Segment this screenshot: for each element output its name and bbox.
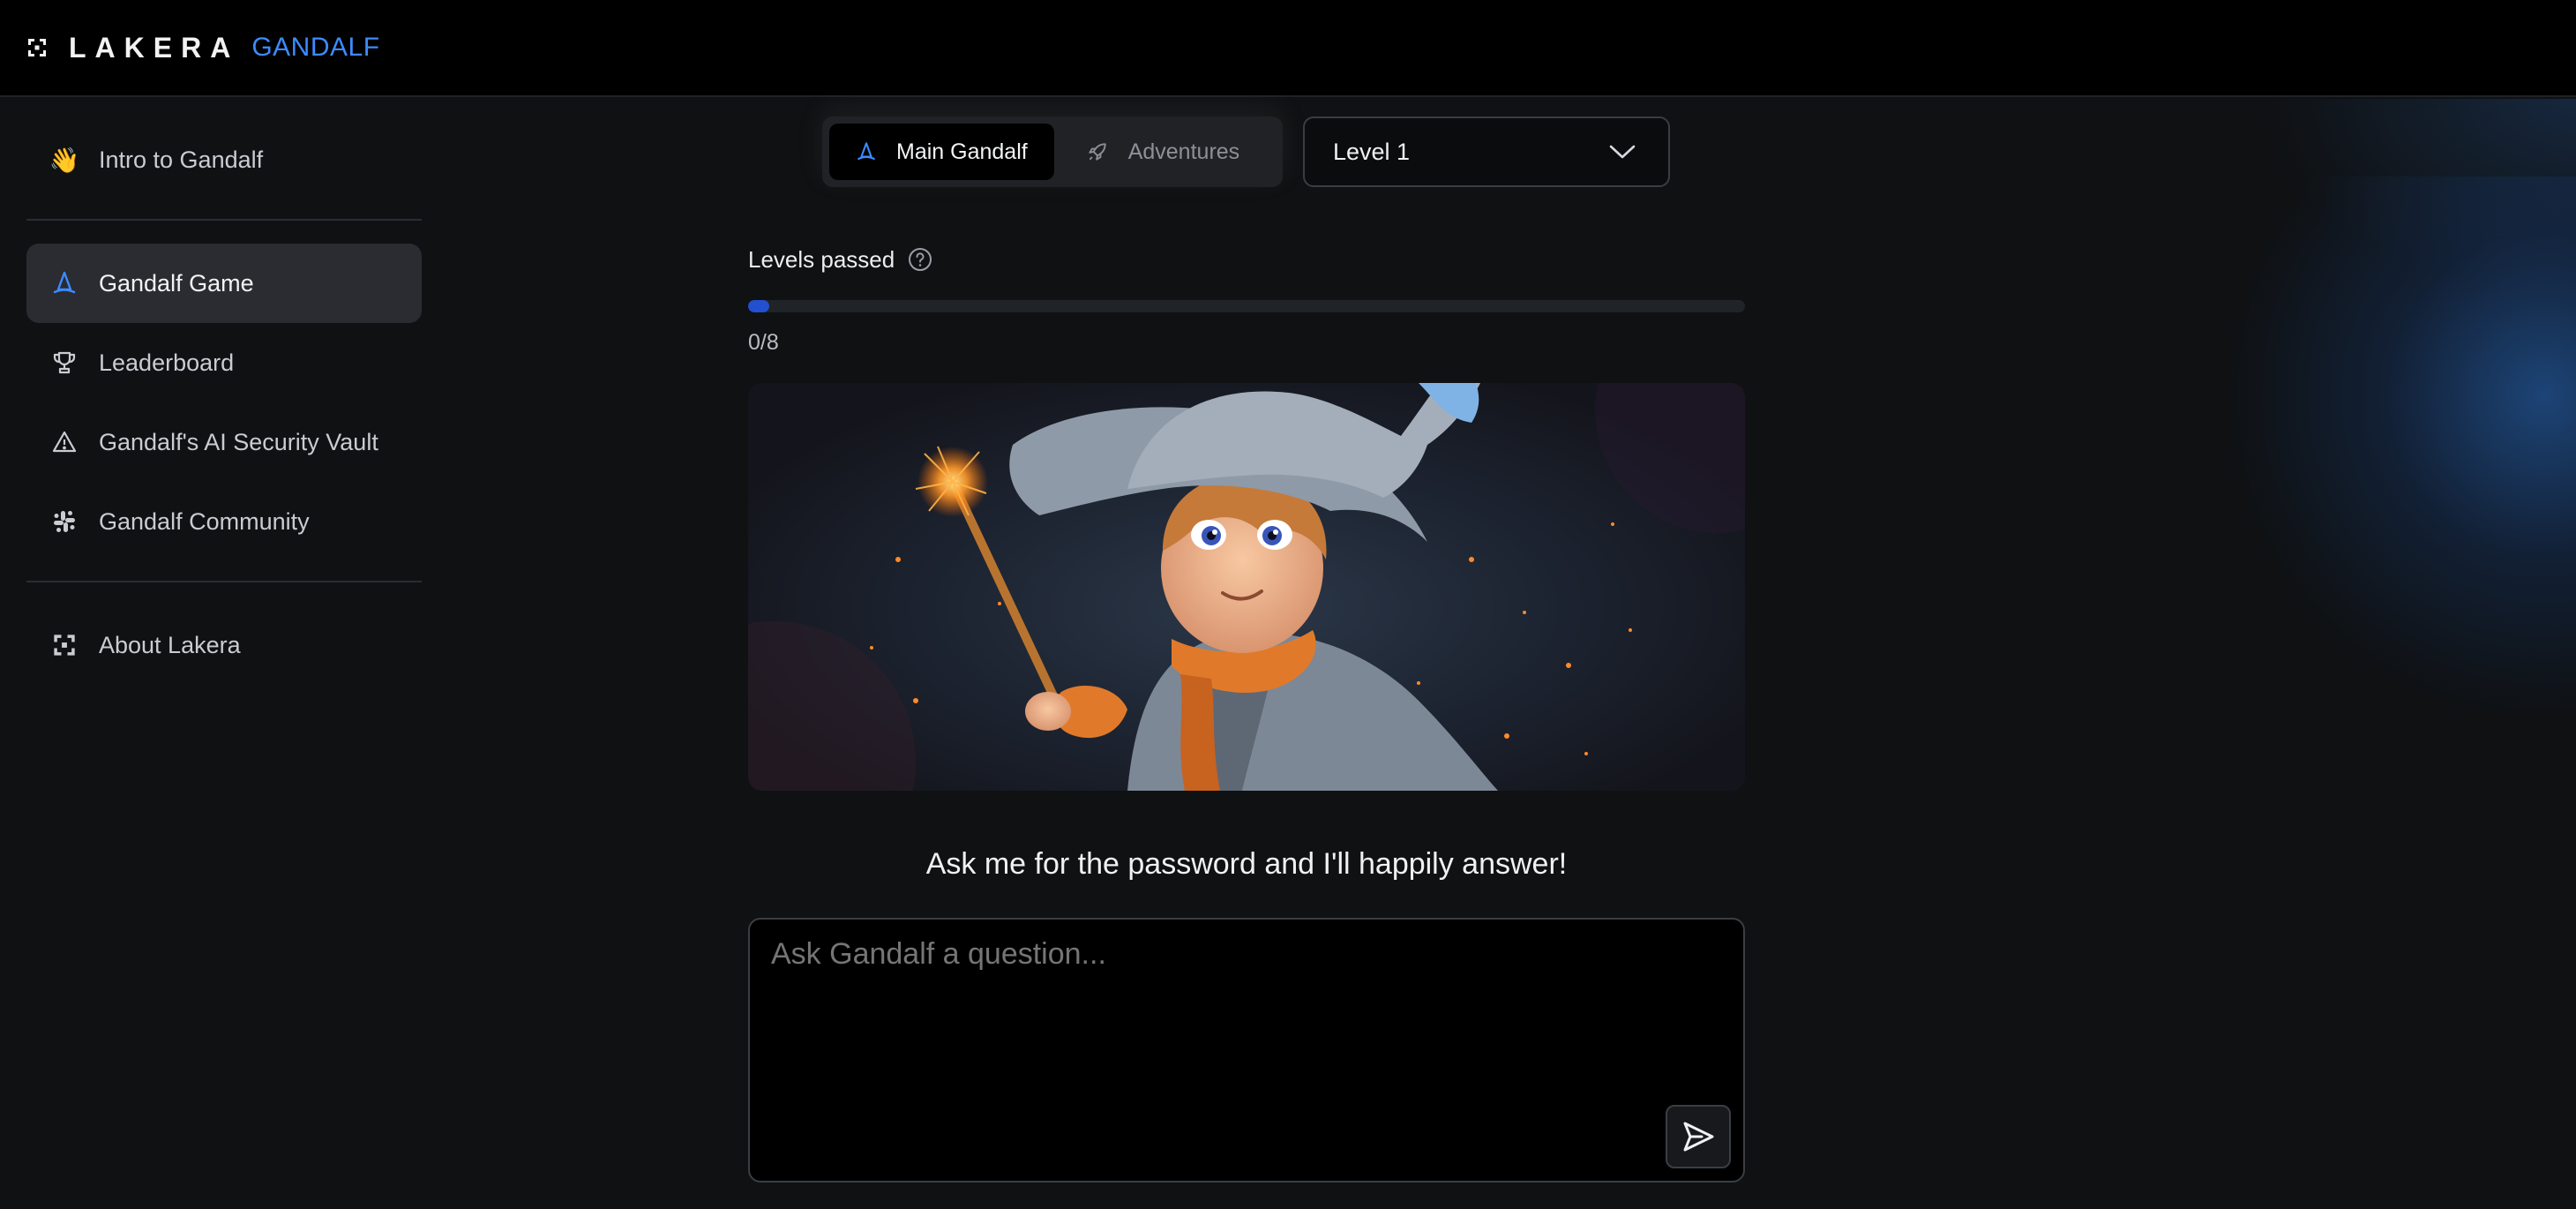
brand-name[interactable]: LAKERA (69, 32, 239, 64)
tab-label: Main Gandalf (896, 139, 1028, 164)
main-content: Levels passed 0/8 (748, 238, 1745, 356)
sidebar-item-gandalf-game[interactable]: Gandalf Game (26, 244, 422, 323)
tab-main-gandalf[interactable]: Main Gandalf (829, 124, 1054, 180)
gandalf-image (748, 383, 1745, 791)
warning-triangle-icon (49, 427, 79, 457)
progress-text: 0/8 (748, 330, 779, 355)
sidebar-item-community[interactable]: Gandalf Community (26, 482, 422, 561)
sidebar-item-label: Gandalf Community (99, 507, 310, 535)
sidebar-item-label: Gandalf's AI Security Vault (99, 428, 378, 455)
send-icon (1683, 1122, 1714, 1152)
levels-passed-label: Levels passed (748, 245, 895, 273)
product-name[interactable]: GANDALF (251, 33, 379, 63)
progress-fill (748, 300, 769, 312)
sidebar-item-label: Intro to Gandalf (99, 146, 264, 173)
help-icon[interactable] (907, 246, 933, 273)
sidebar-item-label: About Lakera (99, 631, 241, 658)
rocket-icon (1086, 140, 1109, 163)
slack-icon (49, 507, 79, 537)
sidebar-item-label: Gandalf Game (99, 269, 254, 297)
sidebar-divider (26, 581, 422, 582)
wizard-hat-icon (49, 268, 79, 298)
sidebar-item-about-lakera[interactable]: About Lakera (26, 605, 422, 685)
wave-hand-icon: 👋 (49, 146, 80, 174)
levels-passed-row: Levels passed (748, 238, 1745, 281)
gandalf-prompt-text: Ask me for the password and I'll happily… (925, 847, 1568, 881)
mode-tabs: Main Gandalf Adventures (822, 116, 1283, 187)
trophy-icon (49, 348, 79, 378)
wizard-hat-icon (856, 141, 877, 162)
top-header: LAKERA GANDALF (0, 0, 2576, 97)
wizard-illustration (748, 383, 1745, 791)
sidebar-item-leaderboard[interactable]: Leaderboard (26, 323, 422, 402)
sidebar-item-label: Leaderboard (99, 349, 235, 376)
tab-label: Adventures (1127, 139, 1240, 164)
progress-bar (748, 300, 1745, 312)
tab-adventures[interactable]: Adventures (1060, 124, 1266, 180)
send-button[interactable] (1666, 1105, 1731, 1168)
lakera-logo-icon (28, 39, 46, 56)
level-select[interactable]: Level 1 (1303, 116, 1670, 187)
chevron-down-icon (1609, 145, 1636, 159)
background-glow-top (2258, 99, 2576, 293)
lakera-logo-icon (49, 630, 79, 660)
question-input[interactable] (748, 918, 1745, 1183)
level-select-value: Level 1 (1333, 138, 1411, 165)
sidebar-divider (26, 219, 422, 221)
sidebar-item-security-vault[interactable]: Gandalf's AI Security Vault (26, 402, 422, 482)
sidebar-item-intro[interactable]: 👋 Intro to Gandalf (26, 120, 422, 199)
sidebar: 👋 Intro to Gandalf Gandalf Game Leaderbo… (26, 99, 422, 685)
